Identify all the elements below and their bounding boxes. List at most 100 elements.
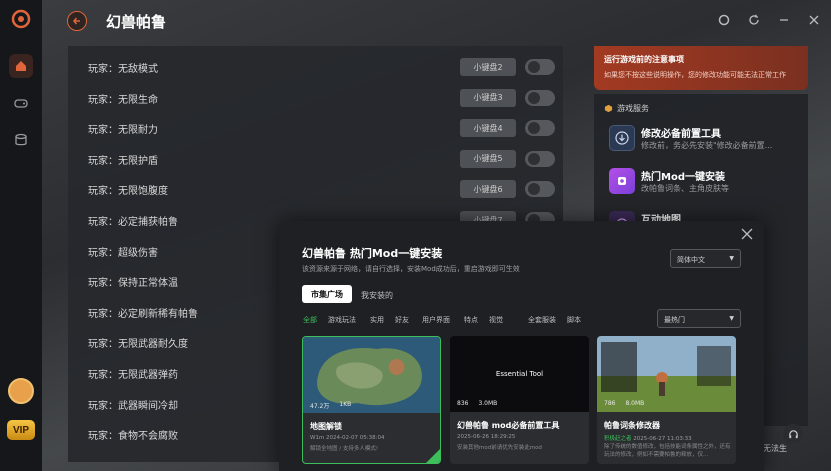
- sidebar-home[interactable]: [9, 54, 33, 78]
- page-title: 幻兽帕鲁: [106, 13, 167, 31]
- cheat-label: 玩家：无限耐力: [88, 125, 158, 137]
- notice-desc: 如果您不按这些说明操作，您的修改功能可能无法正常工作: [604, 71, 786, 79]
- hotkey-button[interactable]: 小键盘3: [460, 88, 516, 107]
- gamepad-icon: [14, 99, 28, 108]
- cheat-toggle[interactable]: [525, 181, 555, 198]
- notice-banner[interactable]: 运行游戏前的注意事项 如果您不按这些说明操作，您的修改功能可能无法正常工作: [594, 46, 808, 90]
- card-author: 积极赶之者: [604, 436, 632, 442]
- card-date: 2025-06-26 18:29:25: [457, 434, 516, 440]
- file-size: 1KB: [339, 401, 352, 408]
- file-size: 8.0MB: [625, 400, 645, 407]
- close-icon: [809, 15, 819, 25]
- card-title: 幻兽帕鲁 mod必备前置工具: [457, 421, 560, 430]
- card-stats: 786 8.0MB: [604, 400, 644, 407]
- mod-card-trait-editor[interactable]: 786 8.0MB 帕鲁词条修改器 积极赶之者 2025-06-27 11:03:…: [597, 336, 736, 464]
- app-logo-icon: [11, 9, 31, 29]
- filter-ui[interactable]: 用户界面: [422, 315, 450, 325]
- mod-icon: [609, 168, 635, 194]
- service-title: 热门Mod一键安装: [641, 172, 725, 183]
- cheat-row: 玩家：无限护盾 小键盘5: [68, 144, 563, 175]
- cheat-label: 玩家：必定捕获帕鲁: [88, 217, 178, 228]
- file-size: 3.0MB: [478, 400, 498, 407]
- card-date: 2025-06-27 11:03:33: [633, 436, 692, 442]
- hotkey-button[interactable]: 小键盘2: [460, 58, 516, 76]
- card-desc: 除了传统的数值修改，包括技能词条属性之外，还有玩法的修改，例如不需要帕鲁的释放，…: [604, 444, 731, 458]
- download-icon: [609, 125, 635, 151]
- refresh-icon: [749, 14, 759, 25]
- circle-icon: [718, 14, 730, 26]
- refresh-button[interactable]: [747, 13, 761, 27]
- minimize-button[interactable]: [777, 13, 791, 27]
- home-icon: [16, 61, 26, 71]
- cheat-toggle[interactable]: [525, 89, 555, 106]
- cheat-row: 玩家：无限生命 小键盘3: [68, 83, 563, 114]
- user-avatar[interactable]: [8, 378, 34, 404]
- service-desc: 修改前，务必先安装"修改必备前置...: [641, 141, 773, 150]
- language-select[interactable]: 简体中文 ▼: [670, 249, 741, 268]
- help-text: 无法生: [763, 444, 787, 453]
- filter-friends[interactable]: 好友: [395, 315, 409, 325]
- sidebar-games[interactable]: [9, 91, 33, 115]
- dialog-title: 幻兽帕鲁 热门Mod一键安装: [302, 247, 443, 260]
- minimize-icon: [780, 19, 788, 21]
- back-button[interactable]: [67, 11, 87, 31]
- thumb-text: Essential Tool: [495, 370, 544, 378]
- filter-outfits[interactable]: 全套服装: [528, 315, 556, 325]
- cheat-toggle[interactable]: [525, 150, 555, 167]
- cheat-toggle[interactable]: [525, 120, 555, 137]
- filter-features[interactable]: 特点: [464, 315, 478, 325]
- card-meta: 积极赶之者 2025-06-27 11:03:33: [604, 434, 692, 442]
- tab-marketplace[interactable]: 市集广场: [302, 285, 352, 303]
- sort-value: 最热门: [664, 316, 685, 324]
- filter-visual[interactable]: 视觉: [489, 315, 503, 325]
- hotkey-button[interactable]: 小键盘6: [460, 180, 516, 199]
- cheat-label: 玩家：超级伤害: [88, 247, 158, 259]
- mod-card-essential-tool[interactable]: Essential Tool 836 3.0MB 幻兽帕鲁 mod必备前置工具 2…: [450, 336, 589, 464]
- card-title: 地图解锁: [310, 422, 342, 431]
- sidebar-storage[interactable]: [9, 128, 33, 152]
- services-heading-text: 游戏服务: [617, 104, 649, 113]
- close-icon[interactable]: [741, 228, 753, 240]
- arrow-left-icon: [73, 17, 80, 25]
- filter-utility[interactable]: 实用: [370, 315, 384, 325]
- settings-button[interactable]: [717, 13, 731, 27]
- filter-scripts[interactable]: 脚本: [567, 315, 581, 325]
- hotkey-button[interactable]: 小键盘5: [460, 149, 516, 168]
- tab-installed[interactable]: 我安装的: [361, 290, 393, 301]
- filter-all[interactable]: 全部: [303, 315, 317, 325]
- services-heading: 游戏服务: [604, 103, 649, 114]
- chevron-down-icon: ▼: [729, 315, 734, 322]
- top-bar: 幻兽帕鲁: [42, 0, 831, 42]
- downloads-count: 47.2万: [310, 403, 330, 410]
- sort-select[interactable]: 最热门 ▼: [657, 309, 741, 328]
- hotkey-button[interactable]: 小键盘4: [460, 119, 516, 138]
- card-date: 2024-02-07 05:38:04: [326, 435, 385, 441]
- card-meta: W1m 2024-02-07 05:38:04: [310, 435, 384, 441]
- vip-badge[interactable]: VIP: [7, 420, 35, 440]
- mod-card-map-unlock[interactable]: 47.2万 1KB 地图解锁 W1m 2024-02-07 05:38:04 解锁…: [302, 336, 441, 464]
- card-stats: 836 3.0MB: [457, 400, 497, 407]
- card-desc: 解锁全地图 / 支持多人模式!: [310, 446, 379, 452]
- cheat-label: 玩家：无敌模式: [88, 64, 158, 75]
- cheat-label: 玩家：保持正常体温: [88, 278, 178, 290]
- close-window-button[interactable]: [807, 13, 821, 27]
- service-prereq-tool[interactable]: 修改必备前置工具 修改前，务必先安装"修改必备前置...: [609, 124, 804, 154]
- downloads-count: 786: [604, 400, 616, 407]
- mod-install-dialog: 幻兽帕鲁 热门Mod一键安装 该资源来源于网络，请自行选择，安装Mod成功后，重…: [279, 221, 764, 471]
- card-desc: 安装其他mod前请优先安装此mod: [457, 445, 542, 451]
- service-mod-install[interactable]: 热门Mod一键安装 改帕鲁词条、主角皮肤等: [609, 167, 804, 197]
- selected-check-icon: [426, 449, 440, 463]
- dialog-subtitle: 该资源来源于网络，请自行选择，安装Mod成功后，重启游戏即可生效: [302, 265, 520, 273]
- cheat-label: 玩家：武器瞬间冷却: [88, 400, 178, 412]
- downloads-count: 836: [457, 400, 469, 407]
- help-button[interactable]: [783, 424, 803, 444]
- cheat-label: 玩家：必定刷新稀有帕鲁: [88, 308, 198, 320]
- service-desc: 改帕鲁词条、主角皮肤等: [641, 184, 729, 193]
- filter-gameplay[interactable]: 游戏玩法: [328, 315, 356, 325]
- chevron-down-icon: ▼: [729, 255, 734, 262]
- cheat-row: 玩家：无限耐力 小键盘4: [68, 113, 563, 144]
- cheat-row: 玩家：无限饱腹度 小键盘6: [68, 174, 563, 205]
- cheat-label: 玩家：无限护盾: [88, 155, 158, 167]
- cheat-toggle[interactable]: [525, 59, 555, 75]
- notice-title: 运行游戏前的注意事项: [604, 55, 684, 64]
